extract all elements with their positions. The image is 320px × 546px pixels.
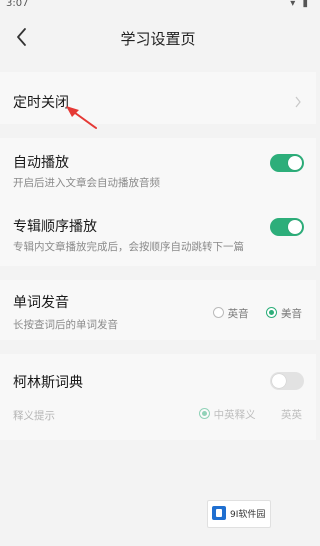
radio-option-zh-en[interactable]: 中英释义 <box>198 408 259 421</box>
status-time: 3:07 <box>6 0 29 9</box>
pronunciation-section: 单词发音 长按查词后的单词发音 英音 美音 <box>0 280 316 340</box>
pronunciation-label: 单词发音 <box>13 295 69 311</box>
toggle-knob <box>288 156 302 170</box>
nav-bar: 学习设置页 <box>0 18 316 58</box>
timer-section: 定时关闭 <box>0 72 316 124</box>
album-sequence-toggle[interactable] <box>270 218 304 236</box>
pronunciation-options: 英音 美音 <box>212 306 302 321</box>
status-icons: ▾ ▮ <box>290 0 310 9</box>
pronunciation-description: 长按查词后的单词发音 <box>13 319 118 331</box>
collins-row: 柯林斯词典 释义提示 中英释义 英英 <box>0 354 316 440</box>
radio-option-us[interactable]: 美音 <box>266 307 302 320</box>
collins-toggle[interactable] <box>270 372 304 390</box>
radio-circle <box>266 307 277 318</box>
album-sequence-description: 专辑内文章播放完成后，会按顺序自动跳转下一篇 <box>13 241 244 253</box>
autoplay-row: 自动播放 开启后进入文章会自动播放音频 <box>0 138 316 198</box>
collins-sub-label: 释义提示 <box>13 410 55 422</box>
collins-label: 柯林斯词典 <box>13 375 83 391</box>
timer-label: 定时关闭 <box>13 95 69 111</box>
chevron-right-icon <box>295 96 301 108</box>
radio-circle <box>198 408 210 419</box>
radio-option-label: 英音 <box>227 308 249 320</box>
autoplay-description: 开启后进入文章会自动播放音频 <box>13 177 160 189</box>
toggle-knob <box>272 374 286 388</box>
status-bar: 3:07 ▾ ▮ <box>0 0 316 12</box>
autoplay-toggle[interactable] <box>270 154 304 172</box>
radio-option-en-en[interactable]: 英英 <box>281 409 302 421</box>
radio-option-label: 美音 <box>281 308 302 320</box>
radio-option-label: 中英释义 <box>213 409 256 421</box>
pronunciation-row: 单词发音 长按查词后的单词发音 英音 美音 <box>0 280 316 340</box>
page-title: 学习设置页 <box>120 30 196 48</box>
radio-option-label: 英英 <box>281 409 302 421</box>
annotation-arrow-icon <box>66 106 97 129</box>
collins-section: 柯林斯词典 释义提示 中英释义 英英 <box>0 354 316 440</box>
timer-row[interactable]: 定时关闭 <box>0 72 316 124</box>
radio-circle <box>212 307 224 318</box>
album-sequence-row: 专辑顺序播放 专辑内文章播放完成后，会按顺序自动跳转下一篇 <box>0 204 316 264</box>
watermark-badge: 9I软件园 <box>207 500 271 528</box>
collins-options: 中英释义 英英 <box>198 407 302 422</box>
playback-section: 自动播放 开启后进入文章会自动播放音频 专辑顺序播放 专辑内文章播放完成后，会按… <box>0 138 316 266</box>
toggle-knob <box>288 220 302 234</box>
album-sequence-label: 专辑顺序播放 <box>13 219 97 235</box>
watermark-logo-icon <box>212 506 226 520</box>
autoplay-label: 自动播放 <box>13 155 69 171</box>
watermark-text: 9I软件园 <box>230 510 266 520</box>
radio-option-uk[interactable]: 英音 <box>212 307 252 320</box>
